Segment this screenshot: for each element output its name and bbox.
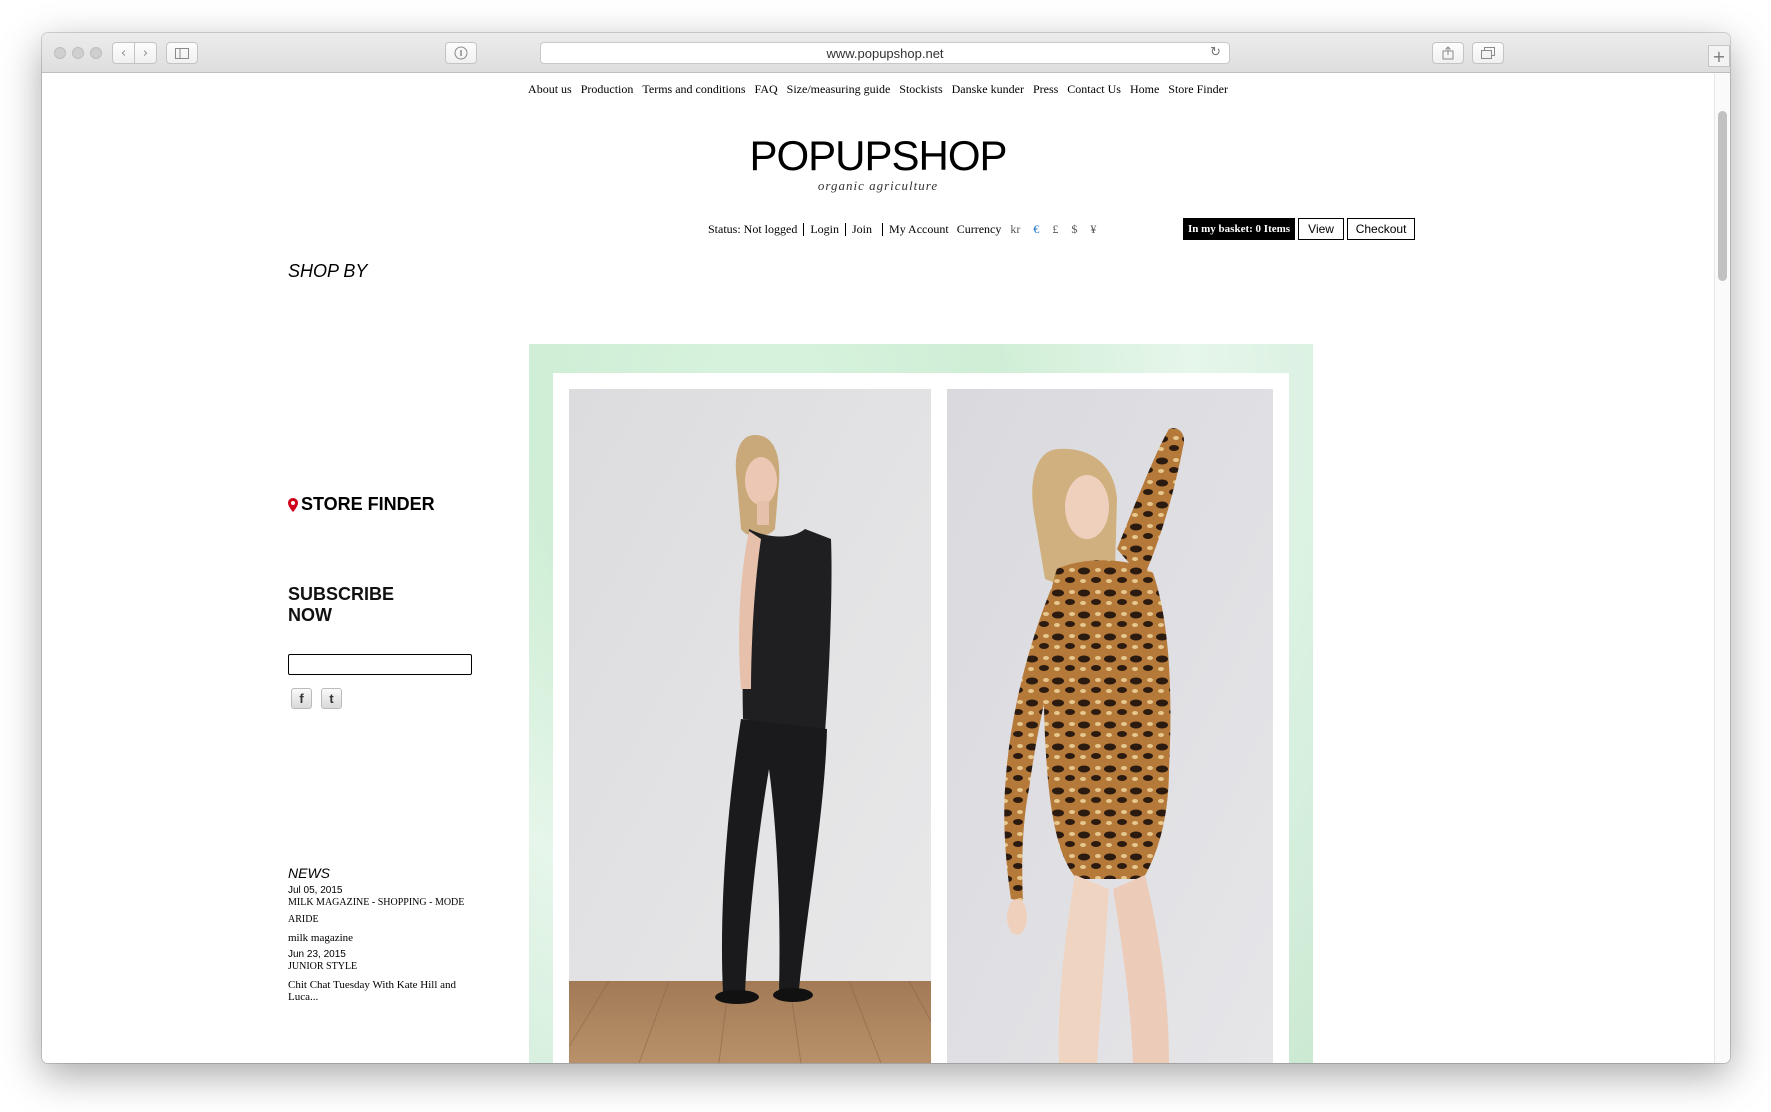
subscribe-email-input[interactable] xyxy=(288,654,472,675)
news-category: MILK MAGAZINE - SHOPPING - MODE xyxy=(288,897,465,908)
subscribe-heading: SUBSCRIBE NOW xyxy=(288,584,394,626)
forward-button[interactable]: › xyxy=(134,42,157,64)
nav-size-guide[interactable]: Size/measuring guide xyxy=(787,82,891,96)
hero-banner[interactable] xyxy=(529,344,1313,1063)
minimize-window-button[interactable] xyxy=(72,47,84,59)
info-icon xyxy=(454,46,468,60)
currency-gbp[interactable]: £ xyxy=(1052,222,1058,237)
nav-danske-kunder[interactable]: Danske kunder xyxy=(952,82,1024,96)
reload-icon[interactable]: ↻ xyxy=(1210,45,1221,60)
tabs-overview-button[interactable] xyxy=(1472,42,1504,64)
logo-tagline: organic agriculture xyxy=(817,178,939,193)
web-page: About us Production Terms and conditions… xyxy=(42,74,1714,1063)
nav-contact-us[interactable]: Contact Us xyxy=(1067,82,1121,96)
chevron-right-icon: › xyxy=(142,45,149,61)
news-headline[interactable]: milk magazine xyxy=(288,932,468,944)
basket-count: In my basket: 0 Items xyxy=(1183,218,1296,240)
nav-production[interactable]: Production xyxy=(581,82,634,96)
currency-label: Currency xyxy=(956,222,1002,236)
new-tab-button[interactable]: + xyxy=(1708,45,1730,67)
product-photo-leopard-bodysuit[interactable] xyxy=(947,389,1273,1063)
share-icon xyxy=(1442,46,1454,60)
back-button[interactable]: ‹ xyxy=(112,42,135,64)
logo-wordmark: POPUPSHOP xyxy=(749,132,1007,179)
shop-by-heading: SHOP BY xyxy=(288,261,368,281)
map-pin-icon xyxy=(288,497,298,512)
store-finder-link[interactable]: STORE FINDER xyxy=(288,494,435,515)
tabs-icon xyxy=(1481,47,1495,59)
sidebar-icon xyxy=(175,47,189,59)
top-navigation: About us Production Terms and conditions… xyxy=(42,82,1714,97)
twitter-icon: t xyxy=(329,691,334,706)
chevron-left-icon: ‹ xyxy=(120,45,127,61)
browser-toolbar: ‹ › www.popupshop.net ↻ + xyxy=(42,33,1730,73)
store-finder-label: STORE FINDER xyxy=(301,494,435,514)
site-logo[interactable]: POPUPSHOP organic agriculture xyxy=(42,132,1714,194)
basket-bar: In my basket: 0 Items View Checkout xyxy=(1183,218,1416,240)
sidebar-toggle-button[interactable] xyxy=(166,42,198,64)
news-category: JUNIOR STYLE xyxy=(288,961,358,972)
divider xyxy=(845,223,847,236)
news-date: Jul 05, 2015 xyxy=(288,885,343,896)
product-photo-black-outfit[interactable] xyxy=(569,389,931,1063)
close-window-button[interactable] xyxy=(54,47,66,59)
login-status: Status: Not logged xyxy=(708,222,798,236)
currency-eur[interactable]: € xyxy=(1033,222,1039,237)
twitter-button[interactable]: t xyxy=(321,688,342,709)
reader-button[interactable] xyxy=(445,42,477,64)
nav-home[interactable]: Home xyxy=(1130,82,1159,96)
currency-kr[interactable]: kr xyxy=(1010,222,1020,237)
plus-icon: + xyxy=(1712,46,1726,66)
currency-usd[interactable]: $ xyxy=(1071,222,1077,237)
news-heading: NEWS xyxy=(288,865,330,881)
join-link[interactable]: Join xyxy=(852,222,872,237)
news-item[interactable]: Jul 05, 2015 MILK MAGAZINE - SHOPPING - … xyxy=(288,885,468,944)
address-bar[interactable]: www.popupshop.net ↻ xyxy=(540,42,1230,64)
account-bar: Status: Not logged Login Join My Account… xyxy=(708,222,1096,237)
view-basket-button[interactable]: View xyxy=(1298,218,1345,240)
share-button[interactable] xyxy=(1432,42,1464,64)
browser-window: ‹ › www.popupshop.net ↻ + About us Produ… xyxy=(42,33,1730,1063)
nav-about-us[interactable]: About us xyxy=(528,82,572,96)
nav-terms[interactable]: Terms and conditions xyxy=(642,82,745,96)
divider xyxy=(803,223,805,236)
nav-faq[interactable]: FAQ xyxy=(755,82,778,96)
facebook-button[interactable]: f xyxy=(291,688,312,709)
nav-stockists[interactable]: Stockists xyxy=(899,82,942,96)
checkout-button[interactable]: Checkout xyxy=(1347,218,1416,240)
facebook-icon: f xyxy=(299,691,304,706)
hero-frame xyxy=(553,373,1289,1063)
news-item[interactable]: Jun 23, 2015 JUNIOR STYLE Chit Chat Tues… xyxy=(288,949,468,1003)
url-text: www.popupshop.net xyxy=(826,45,944,61)
scrollbar-thumb[interactable] xyxy=(1718,111,1727,281)
news-headline[interactable]: Chit Chat Tuesday With Kate Hill and Luc… xyxy=(288,979,468,1003)
news-date: Jun 23, 2015 xyxy=(288,949,346,960)
nav-press[interactable]: Press xyxy=(1033,82,1058,96)
subscribe-line-2: NOW xyxy=(288,605,332,625)
zoom-window-button[interactable] xyxy=(90,47,102,59)
login-link[interactable]: Login xyxy=(810,222,839,237)
divider xyxy=(882,223,884,236)
news-tag: ARIDE xyxy=(288,914,319,925)
currency-jpy[interactable]: ¥ xyxy=(1090,222,1096,237)
nav-store-finder[interactable]: Store Finder xyxy=(1168,82,1228,96)
my-account-link[interactable]: My Account xyxy=(889,222,949,237)
subscribe-line-1: SUBSCRIBE xyxy=(288,584,395,604)
